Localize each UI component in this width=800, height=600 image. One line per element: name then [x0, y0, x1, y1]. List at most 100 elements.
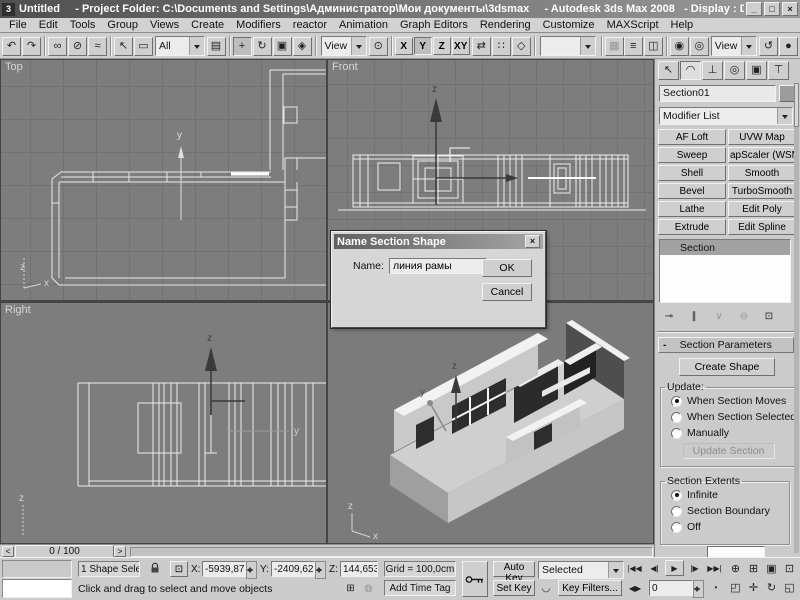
zoom-icon[interactable]: ⊕ [727, 560, 744, 576]
chevron-down-icon[interactable] [777, 108, 792, 124]
title-bar[interactable]: 3 Untitled - Project Folder: C:\Document… [0, 0, 800, 18]
quick-render-icon[interactable]: ● [779, 37, 798, 56]
configure-modifier-sets-icon[interactable]: ⊡ [760, 308, 778, 324]
next-frame-button[interactable]: |▶ [685, 560, 704, 576]
close-button[interactable]: × [782, 2, 798, 16]
menu-item[interactable]: Customize [537, 19, 601, 31]
align-icon[interactable]: ◇ [512, 37, 531, 56]
absolute-mode-toggle-icon[interactable]: ⊡ [170, 561, 188, 577]
mirror-icon[interactable]: ⇄ [472, 37, 491, 56]
auto-key-button[interactable]: Auto Key [493, 561, 535, 577]
y-coordinate-field[interactable]: -2409,6298 [271, 561, 315, 577]
axis-xy-button[interactable]: XY [452, 37, 470, 55]
undo-icon[interactable]: ↶ [2, 37, 21, 56]
schematic-view-icon[interactable]: ◫ [644, 37, 663, 56]
menu-item[interactable]: Help [665, 19, 700, 31]
menu-item[interactable]: Rendering [474, 19, 537, 31]
key-mode-toggle[interactable]: ◀▶ [625, 580, 645, 596]
motion-tab[interactable]: ◎ [724, 61, 745, 80]
display-tab[interactable]: ▣ [746, 61, 767, 80]
viewport-right[interactable]: Right z y z [1, 303, 326, 543]
panel-scrollbar[interactable] [794, 83, 799, 553]
render-preset-dropdown[interactable]: View [711, 36, 757, 56]
viewport-top-label[interactable]: Top [5, 61, 23, 73]
radio-icon[interactable] [671, 506, 682, 517]
z-axis-gizmo[interactable]: z [430, 84, 518, 205]
pan-icon[interactable]: ✛ [745, 579, 762, 595]
dialog-close-icon[interactable]: × [525, 235, 540, 248]
modifier-button[interactable]: Edit Poly [728, 201, 796, 217]
cancel-button[interactable]: Cancel [482, 283, 532, 301]
menu-item[interactable]: MAXScript [601, 19, 665, 31]
select-and-rotate-icon[interactable]: ↻ [253, 37, 272, 56]
section-color-swatch[interactable] [707, 546, 765, 557]
maximize-viewport-toggle-icon[interactable]: ◱ [781, 579, 798, 595]
selection-lock-icon[interactable] [146, 561, 164, 577]
modifier-button[interactable]: apScaler (WSM [728, 147, 796, 163]
radio-icon[interactable] [671, 490, 682, 501]
radio-when-section-selected[interactable]: When Section Selected [671, 409, 796, 425]
go-to-end-button[interactable]: ▶▶| [705, 560, 724, 576]
selection-filter-dropdown[interactable]: All [155, 36, 205, 56]
perspective-viewport-canvas[interactable]: z y z x [328, 303, 653, 543]
modifier-button[interactable]: Smooth [728, 165, 796, 181]
default-tangent-icon[interactable]: ◡ [538, 580, 554, 596]
play-button[interactable]: ▶ [665, 560, 684, 576]
menu-item[interactable]: Graph Editors [394, 19, 474, 31]
z-axis-gizmo[interactable]: z [205, 333, 245, 415]
radio-when-section-moves[interactable]: When Section Moves [671, 393, 796, 409]
create-tab[interactable]: ↖ [658, 61, 679, 80]
modifier-list-dropdown[interactable]: Modifier List [659, 107, 793, 125]
modify-tab[interactable]: ◠ [680, 61, 701, 80]
use-pivot-center-icon[interactable]: ⊙ [369, 37, 388, 56]
select-and-move-icon[interactable]: + [233, 37, 252, 56]
set-key-button[interactable]: Set Key [493, 580, 535, 596]
create-shape-button[interactable]: Create Shape [679, 358, 775, 376]
render-last-icon[interactable]: ↺ [759, 37, 778, 56]
radio-manually[interactable]: Manually [671, 425, 796, 441]
pin-stack-icon[interactable]: ⊸ [660, 308, 678, 324]
dialog-title-bar[interactable]: Name Section Shape × [334, 234, 543, 249]
select-and-link-icon[interactable]: ∞ [48, 37, 67, 56]
modifier-button[interactable]: Lathe [658, 201, 726, 217]
menu-item[interactable]: reactor [287, 19, 333, 31]
layer-manager-icon[interactable]: ≡ [624, 37, 643, 56]
select-and-manipulate-icon[interactable]: ◈ [293, 37, 312, 56]
axis-x-button[interactable]: X [395, 37, 413, 55]
modifier-button[interactable]: Extrude [658, 219, 726, 235]
reference-coordinate-dropdown[interactable]: View [321, 36, 367, 56]
track-bar[interactable] [130, 547, 653, 557]
menu-item[interactable]: Modifiers [230, 19, 287, 31]
region-zoom-icon[interactable]: ◰ [727, 579, 744, 595]
restore-button[interactable]: □ [764, 2, 780, 16]
viewport-right-label[interactable]: Right [5, 304, 31, 316]
scrollbar-thumb[interactable] [794, 83, 799, 127]
y-spinner[interactable] [315, 561, 326, 579]
zoom-all-icon[interactable]: ⊞ [745, 560, 762, 576]
current-frame-field[interactable]: 0 [649, 580, 693, 596]
time-slider-prev-button[interactable]: < [2, 546, 14, 557]
time-slider-next-button[interactable]: > [114, 546, 126, 557]
chevron-down-icon[interactable] [189, 37, 204, 55]
axis-y-button[interactable]: Y [414, 37, 432, 55]
menu-item[interactable]: Tools [64, 19, 102, 31]
radio-off[interactable]: Off [671, 519, 789, 535]
select-by-name-icon[interactable]: ▤ [207, 37, 226, 56]
axis-z-button[interactable]: Z [433, 37, 451, 55]
shape-name-input[interactable] [389, 258, 487, 274]
collapse-icon[interactable]: - [663, 339, 667, 351]
menu-item[interactable]: Create [185, 19, 230, 31]
stack-item[interactable]: Section [660, 240, 790, 255]
selection-region-icon[interactable]: ▭ [134, 37, 153, 56]
radio-icon[interactable] [671, 396, 682, 407]
chevron-down-icon[interactable] [580, 37, 595, 55]
modifier-button[interactable]: AF Loft [658, 129, 726, 145]
previous-frame-button[interactable]: ◀| [645, 560, 664, 576]
modifier-button[interactable]: Edit Spline [728, 219, 796, 235]
progressive-display-icon[interactable]: ◍ [360, 580, 377, 596]
frame-spinner[interactable] [693, 580, 704, 598]
select-and-scale-icon[interactable]: ▣ [273, 37, 292, 56]
chevron-down-icon[interactable] [608, 562, 623, 578]
minimize-button[interactable]: _ [746, 2, 762, 16]
selection-window-crossing-icon[interactable]: ⊞ [342, 580, 359, 596]
